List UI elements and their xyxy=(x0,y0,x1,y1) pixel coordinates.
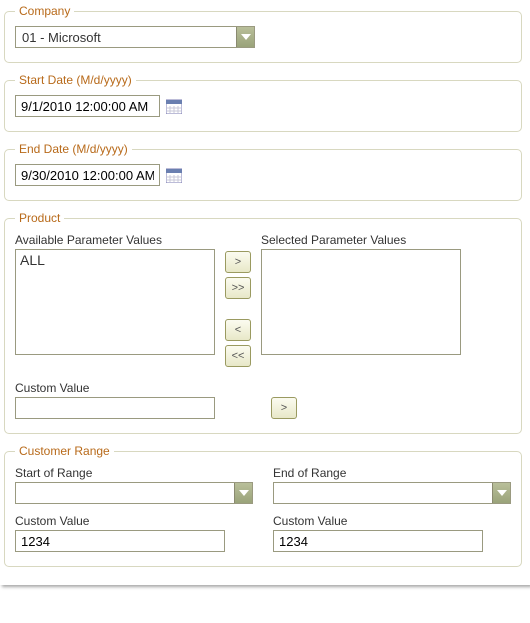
start-date-legend: Start Date (M/d/yyyy) xyxy=(15,73,136,87)
end-date-fieldset: End Date (M/d/yyyy) xyxy=(4,142,522,201)
available-label: Available Parameter Values xyxy=(15,233,215,247)
selected-label: Selected Parameter Values xyxy=(261,233,461,247)
chevron-down-icon xyxy=(497,490,507,496)
product-legend: Product xyxy=(15,211,64,225)
end-date-input[interactable] xyxy=(15,164,160,186)
chevron-down-icon xyxy=(239,490,249,496)
product-fieldset: Product Available Parameter Values ALL >… xyxy=(4,211,522,434)
start-range-select[interactable] xyxy=(15,482,253,504)
company-select[interactable]: 01 - Microsoft xyxy=(15,26,255,48)
end-range-value xyxy=(274,483,492,503)
customer-range-fieldset: Customer Range Start of Range End of Ran… xyxy=(4,444,522,567)
product-custom-label: Custom Value xyxy=(15,381,215,395)
start-date-input[interactable] xyxy=(15,95,160,117)
custom-left-input[interactable] xyxy=(15,530,225,552)
start-date-fieldset: Start Date (M/d/yyyy) xyxy=(4,73,522,132)
end-range-arrow[interactable] xyxy=(492,483,510,503)
calendar-icon[interactable] xyxy=(166,98,182,114)
end-range-select[interactable] xyxy=(273,482,511,504)
start-range-value xyxy=(16,483,234,503)
company-select-arrow[interactable] xyxy=(236,27,254,47)
company-fieldset: Company 01 - Microsoft xyxy=(4,4,522,63)
list-item[interactable]: ALL xyxy=(20,252,210,268)
selected-listbox[interactable] xyxy=(261,249,461,355)
product-custom-input[interactable] xyxy=(15,397,215,419)
available-listbox[interactable]: ALL xyxy=(15,249,215,355)
end-date-legend: End Date (M/d/yyyy) xyxy=(15,142,132,156)
end-range-label: End of Range xyxy=(273,466,511,480)
remove-all-button[interactable]: << xyxy=(225,345,251,367)
custom-right-label: Custom Value xyxy=(273,514,511,528)
chevron-down-icon xyxy=(241,34,251,40)
customer-range-legend: Customer Range xyxy=(15,444,114,458)
company-select-value: 01 - Microsoft xyxy=(16,27,236,47)
custom-left-label: Custom Value xyxy=(15,514,253,528)
add-all-button[interactable]: >> xyxy=(225,277,251,299)
calendar-icon[interactable] xyxy=(166,167,182,183)
add-custom-button[interactable]: > xyxy=(271,397,297,419)
remove-button[interactable]: < xyxy=(225,319,251,341)
start-range-label: Start of Range xyxy=(15,466,253,480)
start-range-arrow[interactable] xyxy=(234,483,252,503)
company-legend: Company xyxy=(15,4,74,18)
custom-right-input[interactable] xyxy=(273,530,483,552)
add-button[interactable]: > xyxy=(225,251,251,273)
